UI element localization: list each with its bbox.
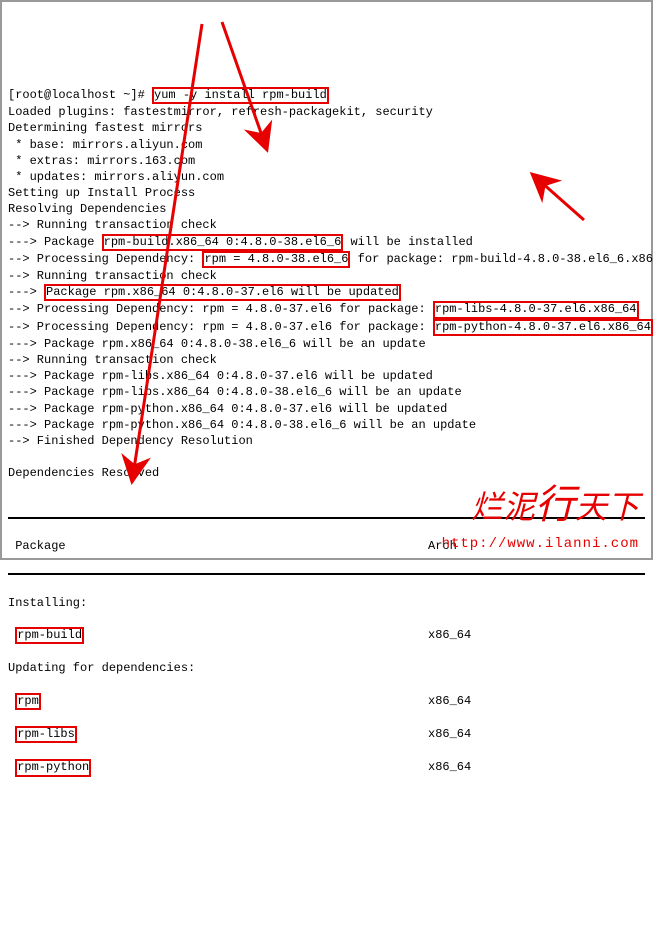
table-row: rpm-build x86_64 (8, 627, 645, 644)
pkg-cell: rpm (15, 693, 41, 710)
shell-prompt: [root@localhost ~]# (8, 88, 152, 102)
dep-pkg-highlight: rpm-libs-4.8.0-37.el6.x86_64 (433, 301, 639, 318)
pkg-cell: rpm-build (15, 627, 84, 644)
updating-label: Updating for dependencies: (8, 660, 645, 676)
pkg-cell: rpm-python (15, 759, 91, 776)
output-line: Setting up Install Process (8, 186, 195, 200)
output-line: --> Running transaction check (8, 269, 217, 283)
output-line: Determining fastest mirrors (8, 121, 202, 135)
output-line: --> Running transaction check (8, 353, 217, 367)
arch-cell: x86_64 (428, 627, 471, 644)
watermark-url: http://www.ilanni.com (442, 535, 639, 554)
command-highlight: yum -y install rpm-build (152, 87, 329, 104)
output-line: --> Processing Dependency: rpm = 4.8.0-3… (8, 320, 433, 334)
terminal-output: [root@localhost ~]# yum -y install rpm-b… (8, 71, 645, 498)
output-line: ---> Package rpm-libs.x86_64 0:4.8.0-38.… (8, 385, 462, 399)
output-line: ---> Package rpm.x86_64 0:4.8.0-38.el6_6… (8, 337, 426, 351)
output-line: Loaded plugins: fastestmirror, refresh-p… (8, 105, 433, 119)
arch-cell: x86_64 (428, 693, 471, 710)
table-row: rpm-libs x86_64 (8, 726, 645, 743)
table-row: rpm-python x86_64 (8, 759, 645, 776)
table-separator (8, 573, 645, 575)
pkg-cell: rpm-libs (15, 726, 77, 743)
output-line: for package: rpm-build-4.8.0-38.el6_6.x8… (350, 252, 653, 266)
dep-pkg-highlight: rpm-python-4.8.0-37.el6.x86_64 (433, 319, 653, 336)
table-row: rpm x86_64 (8, 693, 645, 710)
output-line: --> Running transaction check (8, 218, 217, 232)
output-line: * extras: mirrors.163.com (8, 154, 195, 168)
output-line: --> Processing Dependency: rpm = 4.8.0-3… (8, 302, 433, 316)
output-line: ---> Package (8, 235, 102, 249)
output-line: Resolving Dependencies (8, 202, 166, 216)
arch-cell: x86_64 (428, 726, 471, 743)
dep-highlight: rpm = 4.8.0-38.el6_6 (202, 251, 350, 268)
output-line: will be installed (343, 235, 473, 249)
header-package: Package (8, 538, 428, 554)
output-line: --> Processing Dependency: (8, 252, 202, 266)
output-line: ---> Package rpm-python.x86_64 0:4.8.0-3… (8, 402, 447, 416)
output-line: ---> Package rpm-python.x86_64 0:4.8.0-3… (8, 418, 476, 432)
installing-label: Installing: (8, 595, 645, 611)
table-separator (8, 517, 645, 519)
pkg-highlight: rpm-build.x86_64 0:4.8.0-38.el6_6 (102, 234, 344, 251)
output-line: * base: mirrors.aliyun.com (8, 138, 202, 152)
output-line: * updates: mirrors.aliyun.com (8, 170, 224, 184)
output-line: ---> Package rpm-libs.x86_64 0:4.8.0-37.… (8, 369, 433, 383)
arch-cell: x86_64 (428, 759, 471, 776)
output-line: Dependencies Resolved (8, 466, 159, 480)
update-highlight: Package rpm.x86_64 0:4.8.0-37.el6 will b… (44, 284, 401, 301)
output-line: ---> (8, 285, 44, 299)
output-line: --> Finished Dependency Resolution (8, 434, 253, 448)
